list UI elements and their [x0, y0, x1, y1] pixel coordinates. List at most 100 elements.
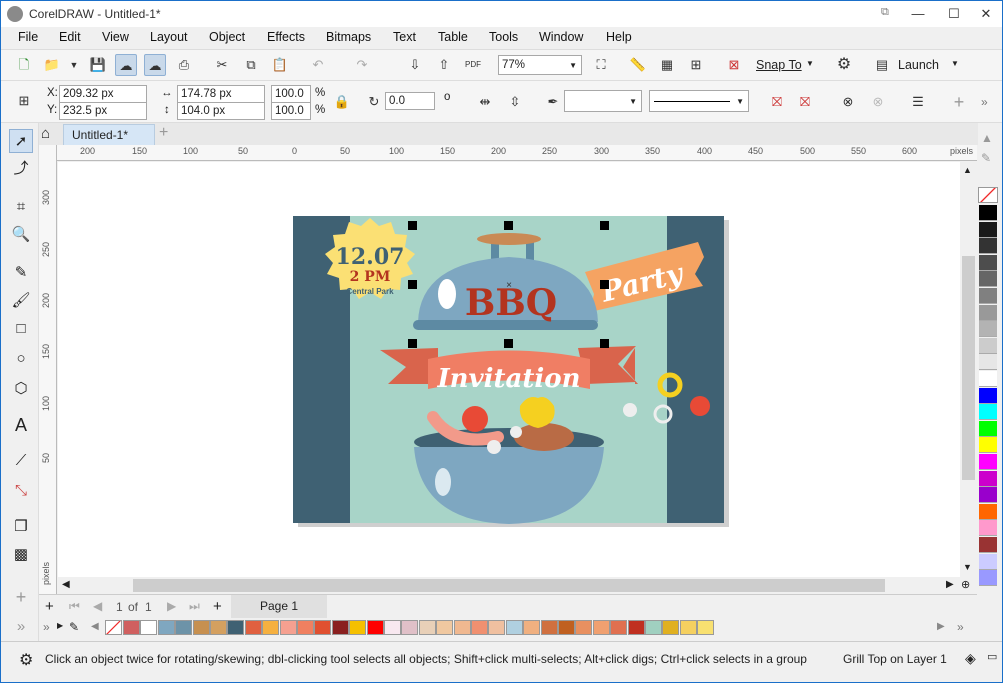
vertical-ruler[interactable]: 300 250 200 150 100 50 pixels [39, 145, 57, 597]
color-swatch[interactable] [592, 620, 610, 635]
color-swatch[interactable] [979, 420, 997, 437]
restore-docs-icon[interactable]: ⧉ [881, 6, 889, 19]
color-swatch[interactable] [979, 387, 997, 404]
redo-icon[interactable]: ↷ [351, 54, 373, 76]
welcome-home-icon[interactable]: ⌂ [41, 125, 50, 142]
color-swatch[interactable] [384, 620, 401, 635]
connector-tool-icon[interactable]: ⤡ [9, 479, 33, 503]
wrap-text-icon[interactable]: ⊗ [837, 91, 859, 113]
rotation-angle-field[interactable]: 0.0 [385, 92, 435, 110]
save-icon[interactable]: 💾 [87, 54, 109, 76]
color-swatch[interactable] [157, 620, 175, 635]
menu-text[interactable]: Text [393, 30, 416, 44]
maximize-button[interactable]: ☐ [937, 1, 971, 27]
color-swatch[interactable] [979, 271, 997, 288]
page-1-tab[interactable]: Page 1 [231, 595, 327, 618]
export-icon[interactable]: ⇧ [433, 54, 455, 76]
color-swatch[interactable] [979, 371, 997, 387]
color-swatch[interactable] [979, 288, 997, 304]
color-swatch[interactable] [979, 520, 997, 537]
cut-icon[interactable]: ✂ [211, 54, 233, 76]
launch-chevron-down-icon[interactable]: ▼ [951, 59, 959, 68]
more-chevron-icon[interactable]: » [981, 95, 988, 109]
color-swatch[interactable] [244, 620, 262, 635]
color-swatch[interactable] [540, 620, 558, 635]
color-swatch[interactable] [979, 238, 997, 255]
color-swatch[interactable] [262, 620, 280, 635]
menu-view[interactable]: View [102, 30, 129, 44]
palette-scroll-right-icon[interactable]: ▶ [937, 621, 945, 632]
color-swatch[interactable] [558, 620, 575, 635]
menu-file[interactable]: File [18, 30, 38, 44]
menu-help[interactable]: Help [606, 30, 632, 44]
color-swatch[interactable] [979, 337, 997, 354]
color-swatch[interactable] [418, 620, 436, 635]
artistic-media-tool-icon[interactable]: 🖌 [9, 289, 33, 313]
mirror-horizontal-icon[interactable]: ⇹ [474, 91, 496, 113]
color-swatch[interactable] [331, 620, 349, 635]
object-properties-icon[interactable]: ☰ [907, 91, 929, 113]
drawing-canvas[interactable]: 12.07 2 PM Central Park Party BBQ Invita… [58, 162, 960, 577]
color-swatch[interactable] [175, 620, 193, 635]
height-field[interactable]: 104.0 px [177, 102, 265, 120]
color-swatch[interactable] [979, 437, 997, 454]
polygon-tool-icon[interactable]: ⬡ [9, 377, 33, 401]
add-page-before-icon[interactable]: + [45, 598, 54, 615]
close-button[interactable]: ✕ [969, 1, 1003, 27]
color-swatch[interactable] [979, 454, 997, 470]
show-rulers-icon[interactable]: 📏 [627, 54, 649, 76]
color-swatch[interactable] [979, 254, 997, 271]
vertical-scrollbar[interactable]: ▲ ▼ [960, 162, 977, 577]
scroll-down-icon[interactable]: ▼ [963, 562, 972, 572]
right-pen-icon[interactable]: ✎ [981, 151, 991, 165]
horizontal-ruler[interactable]: 200 150 100 50 0 50 100 150 200 250 300 … [57, 145, 977, 161]
pick-tool-icon[interactable]: ➚ [9, 129, 33, 153]
color-swatch[interactable] [610, 620, 628, 635]
new-tab-icon[interactable]: + [159, 124, 175, 144]
color-swatch[interactable] [401, 620, 419, 635]
color-swatch[interactable] [227, 620, 245, 635]
show-grid-icon[interactable]: ▦ [656, 54, 678, 76]
open-dropdown-icon[interactable]: ▼ [63, 54, 85, 76]
color-swatch[interactable] [979, 304, 997, 321]
scale-width-field[interactable]: 100.0 [271, 85, 311, 103]
no-color-swatch[interactable] [105, 620, 122, 635]
print-icon[interactable]: ⎙ [173, 54, 195, 76]
reference-point-icon[interactable]: ⊞ [13, 90, 35, 112]
line-style-select[interactable]: ▼ [649, 90, 749, 112]
color-swatch[interactable] [471, 620, 488, 635]
x-position-field[interactable]: 209.32 px [59, 85, 147, 103]
menu-window[interactable]: Window [539, 30, 583, 44]
color-swatch[interactable] [979, 221, 997, 238]
new-document-icon[interactable]: 🗋 [13, 54, 35, 76]
color-swatch[interactable] [523, 620, 541, 635]
menu-tools[interactable]: Tools [489, 30, 518, 44]
lock-ratio-icon[interactable]: 🔒 [331, 91, 353, 113]
options-gear-icon[interactable]: ⚙ [833, 54, 855, 76]
color-swatch[interactable] [979, 553, 997, 570]
minimize-button[interactable]: — [901, 1, 935, 27]
menu-table[interactable]: Table [438, 30, 468, 44]
next-page-icon[interactable]: ▶ [167, 599, 176, 613]
shape-tool-icon[interactable]: ⤴ [9, 157, 33, 181]
menu-effects[interactable]: Effects [267, 30, 305, 44]
mirror-vertical-icon[interactable]: ⇳ [504, 91, 526, 113]
convert-curves-icon[interactable]: ⊗ [867, 91, 889, 113]
color-swatch[interactable] [979, 487, 997, 504]
scale-height-field[interactable]: 100.0 [271, 102, 311, 120]
cloud-upload-icon[interactable]: ☁ [144, 54, 166, 76]
color-swatch[interactable] [645, 620, 662, 635]
color-swatch[interactable] [436, 620, 454, 635]
eyedropper-icon[interactable]: ✎ [69, 620, 79, 634]
color-swatch[interactable] [679, 620, 697, 635]
color-swatch[interactable] [662, 620, 680, 635]
color-swatch[interactable] [453, 620, 471, 635]
import-icon[interactable]: ⇩ [404, 54, 426, 76]
color-swatch[interactable] [123, 620, 140, 635]
color-swatch[interactable] [349, 620, 367, 635]
color-swatch[interactable] [505, 620, 523, 635]
color-swatch[interactable] [488, 620, 506, 635]
color-swatch[interactable] [627, 620, 645, 635]
show-guidelines-icon[interactable]: ⊞ [685, 54, 707, 76]
color-swatch[interactable] [979, 205, 997, 221]
